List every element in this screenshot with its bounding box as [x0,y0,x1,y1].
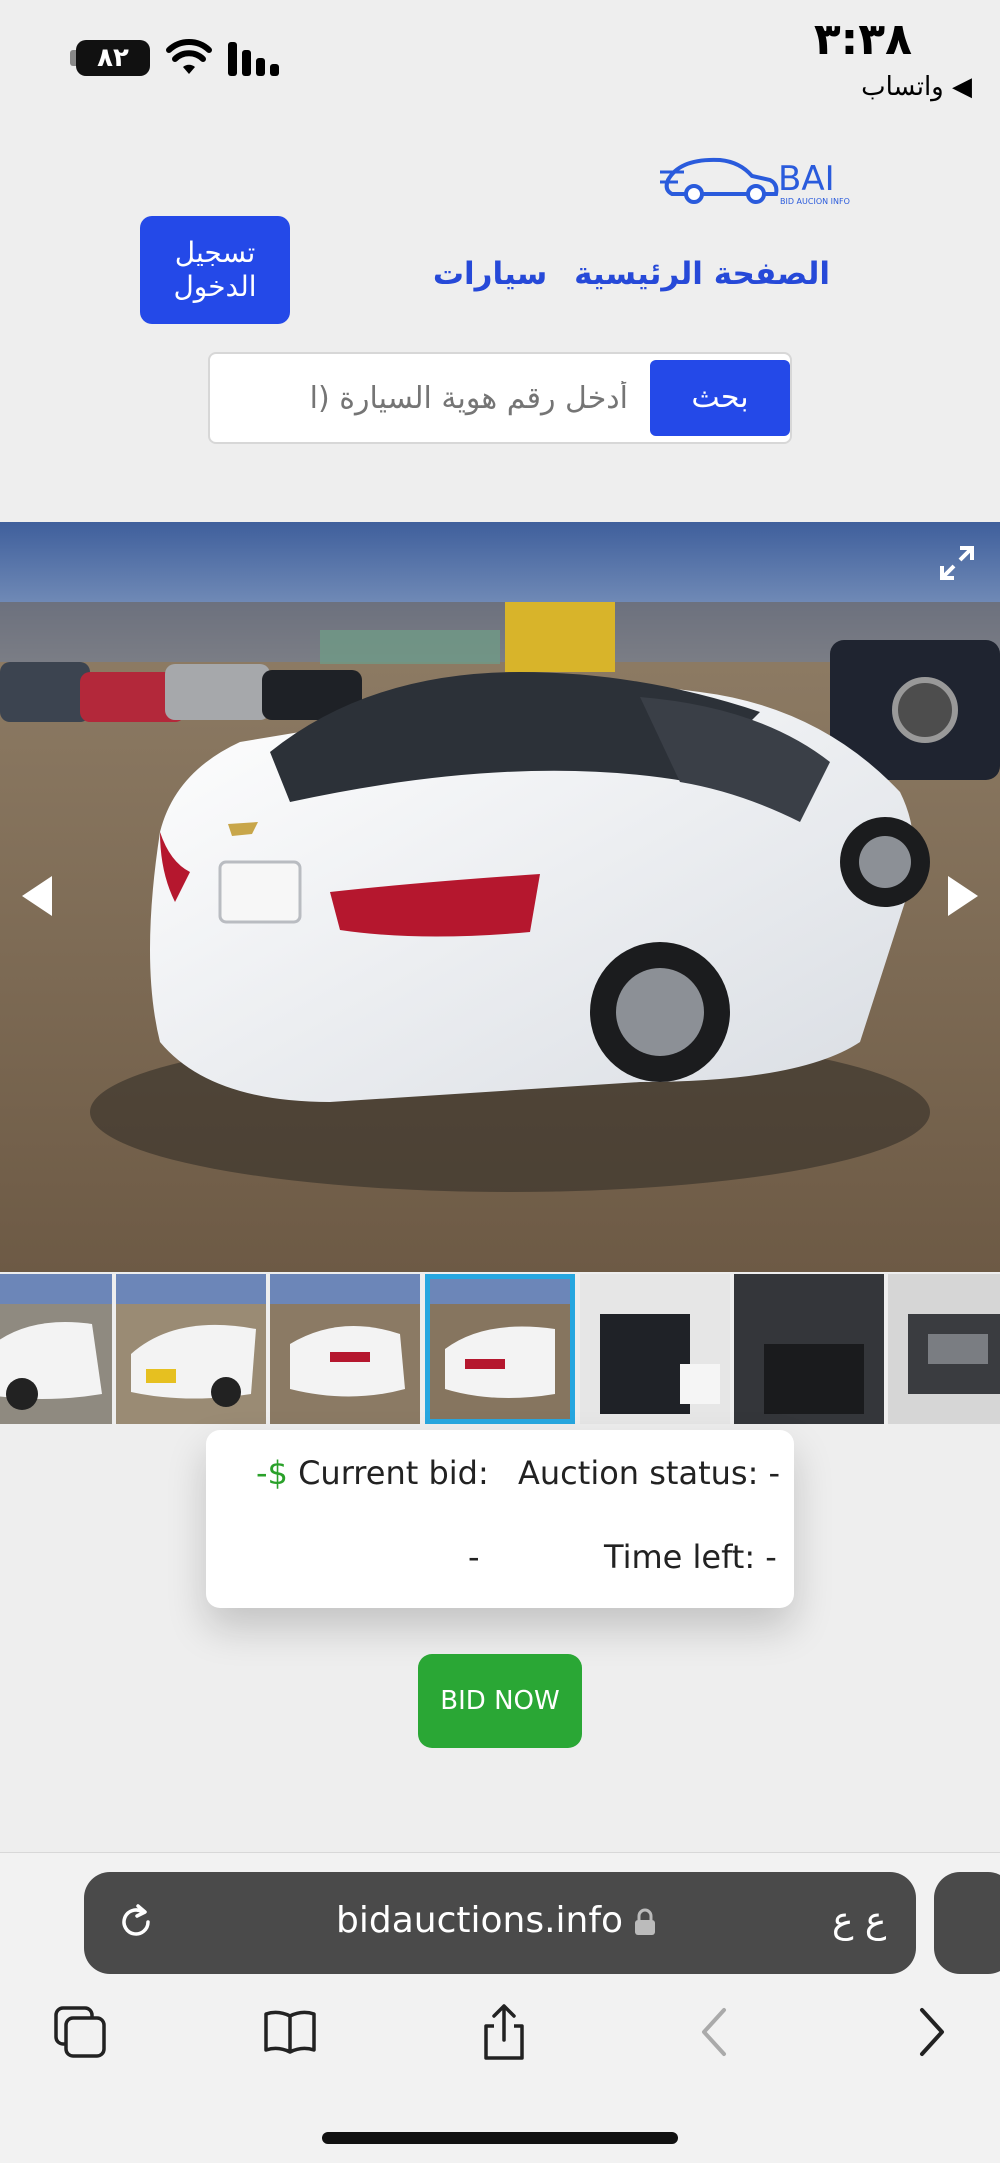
search-button[interactable]: بحث [650,360,790,436]
nav-cars-link[interactable]: سيارات [433,256,547,292]
current-bid-label: Current bid: [298,1454,489,1492]
bai-logo[interactable]: BAI BID AUCION INFO [660,150,850,210]
back-to-app-link[interactable]: ◀ واتساب [861,72,972,102]
main-car-photo[interactable] [0,522,1000,1272]
back-icon[interactable] [688,2004,744,2060]
next-tab-preview[interactable] [934,1872,1000,1974]
expand-icon[interactable] [938,544,976,582]
current-bid: -$ Current bid: [256,1454,489,1492]
wifi-icon [166,39,212,74]
url-text[interactable]: bidauctions.info [336,1900,623,1941]
thumbnail-6[interactable] [734,1274,884,1424]
bookmarks-icon[interactable] [262,2004,318,2060]
thumbnail-3[interactable] [270,1274,420,1424]
current-bid-value: -$ [256,1454,288,1492]
status-bar: ٣:٣٨ ◀ واتساب ٨٢ [0,0,1000,110]
reload-icon[interactable] [116,1902,156,1942]
home-indicator[interactable] [322,2132,678,2144]
cellular-signal-icon [228,42,279,76]
auction-status: Auction status: - [518,1454,781,1492]
main-nav: الصفحة الرئيسية سيارات [433,256,830,292]
thumbnail-2[interactable] [116,1274,266,1424]
lock-icon [635,1908,655,1935]
page: ٣:٣٨ ◀ واتساب ٨٢ BAI BID AUCION INFO تسج… [0,0,1000,2163]
logo-text: BAI [778,159,835,199]
share-icon[interactable] [476,2004,532,2060]
battery-icon: ٨٢ [76,40,150,76]
forward-icon[interactable] [904,2004,960,2060]
time-left: Time left: - [604,1538,777,1576]
clock: ٣:٣٨ [813,14,912,65]
thumbnail-5[interactable] [580,1274,730,1424]
previous-photo-arrow[interactable] [22,876,52,916]
tabs-icon[interactable] [52,2004,108,2060]
login-button[interactable]: تسجيل الدخول [140,216,290,324]
next-photo-arrow[interactable] [948,876,978,916]
thumbnail-1[interactable] [0,1274,112,1424]
reader-settings-button[interactable]: ع ع [832,1900,886,1941]
vin-search-input[interactable] [228,362,634,434]
thumbnail-strip [0,1274,1000,1426]
bid-now-button[interactable]: BID NOW [418,1654,582,1748]
thumbnail-7[interactable] [888,1274,1000,1424]
thumbnail-4[interactable] [425,1274,575,1424]
logo-subtext: BID AUCION INFO [780,197,850,206]
time-left-value: - [468,1538,480,1576]
nav-home-link[interactable]: الصفحة الرئيسية [574,256,830,292]
